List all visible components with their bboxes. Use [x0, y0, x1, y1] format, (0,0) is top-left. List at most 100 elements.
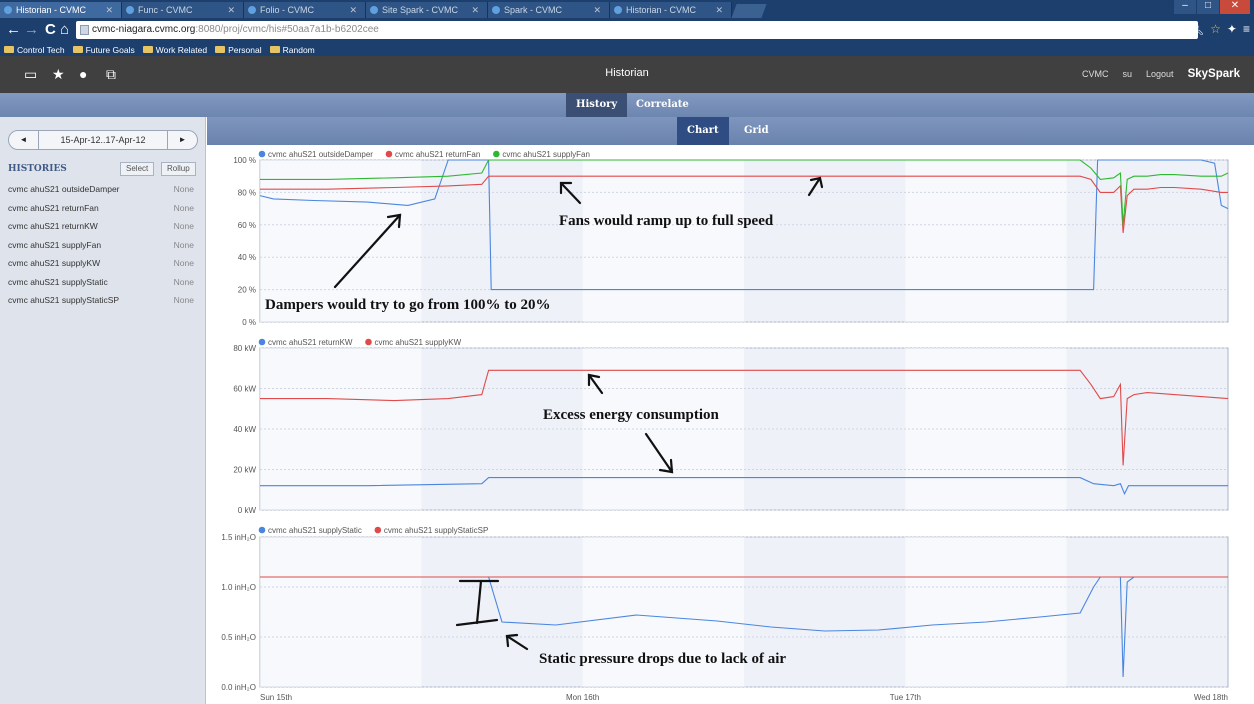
legend-label[interactable]: cvmc ahuS21 outsideDamper — [268, 150, 373, 159]
list-item[interactable]: cvmc ahuS21 supplyFan None — [8, 240, 198, 259]
close-icon[interactable]: ✕ — [715, 2, 723, 18]
prev-range-button[interactable]: ◄ — [9, 131, 39, 149]
browser-tab[interactable]: Func - CVMC ✕ — [122, 2, 244, 18]
folder-icon — [4, 46, 14, 53]
tab-title: Historian - CVMC — [16, 5, 87, 15]
histories-sidebar: ◄ 15-Apr-12..17-Apr-12 ► HISTORIES Selec… — [0, 117, 206, 704]
close-icon[interactable]: ✕ — [227, 2, 235, 18]
next-range-button[interactable]: ► — [167, 131, 197, 149]
history-rollup[interactable]: None — [174, 221, 194, 231]
close-icon[interactable]: ✕ — [349, 2, 357, 18]
close-icon[interactable]: ✕ — [471, 2, 479, 18]
view-tab-bar: Chart Grid — [207, 117, 1254, 145]
close-icon[interactable]: ✕ — [105, 2, 113, 18]
rollup-button[interactable]: Rollup — [161, 162, 196, 176]
legend-dot-icon — [258, 150, 266, 158]
favicon-icon — [4, 6, 12, 14]
browser-tab[interactable]: Historian - CVMC ✕ — [610, 2, 732, 18]
list-item[interactable]: cvmc ahuS21 returnFan None — [8, 203, 198, 222]
legend-label[interactable]: cvmc ahuS21 supplyKW — [374, 338, 461, 347]
x-tick-label: Wed 18th — [1194, 693, 1228, 702]
histories-list: cvmc ahuS21 outsideDamper None cvmc ahuS2… — [8, 184, 198, 314]
history-rollup[interactable]: None — [174, 203, 194, 213]
list-item[interactable]: cvmc ahuS21 supplyStatic None — [8, 277, 198, 296]
browser-tab[interactable]: Folio - CVMC ✕ — [244, 2, 366, 18]
mode-tab-bar: History Correlate — [0, 93, 1254, 117]
favicon-icon — [614, 6, 622, 14]
y-tick-label: 0.5 inH₂O — [221, 633, 256, 642]
folder-icon — [72, 46, 83, 53]
address-bar[interactable]: cvmc-niagara.cvmc.org:8080/proj/cvmc/his… — [76, 21, 1198, 39]
folder-icon — [215, 46, 226, 53]
bookmark-folder[interactable]: Personal — [215, 45, 262, 55]
annotation-fans: Fans would ramp up to full speed — [559, 213, 774, 229]
bookmark-folder[interactable]: Random — [269, 45, 315, 55]
history-rollup[interactable]: None — [174, 184, 194, 194]
history-name: cvmc ahuS21 outsideDamper — [8, 184, 120, 194]
list-item[interactable]: cvmc ahuS21 returnKW None — [8, 221, 198, 240]
tab-history[interactable]: History — [566, 93, 628, 117]
bookmark-star-icon[interactable]: ☆ — [1210, 22, 1221, 36]
legend-dot-icon — [258, 526, 266, 534]
reload-icon[interactable]: C — [45, 21, 56, 39]
annotation-dampers: Dampers would try to go from 100% to 20% — [265, 297, 551, 313]
extension-icon[interactable]: ✦ — [1227, 22, 1237, 36]
y-tick-label: 40 % — [238, 253, 256, 262]
y-tick-label: 20 % — [238, 286, 256, 295]
history-name: cvmc ahuS21 supplyStaticSP — [8, 295, 120, 305]
y-tick-label: 1.0 inH₂O — [221, 583, 256, 592]
history-rollup[interactable]: None — [174, 277, 194, 287]
window-controls: – □ ✕ — [1173, 0, 1250, 14]
home-icon[interactable]: ⌂ — [60, 21, 69, 39]
legend-label[interactable]: cvmc ahuS21 returnFan — [395, 150, 480, 159]
menu-icon[interactable]: ≡ — [1243, 22, 1250, 36]
list-item[interactable]: cvmc ahuS21 outsideDamper None — [8, 184, 198, 203]
browser-tab-strip: Historian - CVMC ✕ Func - CVMC ✕ Folio - C… — [0, 0, 1254, 18]
y-tick-label: 100 % — [233, 156, 256, 165]
select-button[interactable]: Select — [120, 162, 155, 176]
history-rollup[interactable]: None — [174, 258, 194, 268]
back-icon[interactable]: ← — [6, 21, 21, 39]
tab-grid[interactable]: Grid — [734, 117, 779, 145]
y-tick-label: 0.0 inH₂O — [221, 683, 256, 692]
y-tick-label: 20 kW — [233, 466, 256, 475]
page-icon — [80, 25, 89, 35]
favicon-icon — [370, 6, 378, 14]
tab-correlate[interactable]: Correlate — [626, 93, 699, 117]
user-name[interactable]: su — [1123, 69, 1133, 79]
minimize-icon[interactable]: – — [1174, 0, 1196, 14]
list-item[interactable]: cvmc ahuS21 supplyKW None — [8, 258, 198, 277]
logout-link[interactable]: Logout — [1146, 69, 1174, 79]
history-chart[interactable]: 0 % 20 % 40 % 60 % 80 % 100 % cvmc ahuS21 outs… — [207, 145, 1254, 704]
chart-panels: 0 % 20 % 40 % 60 % 80 % 100 % cvmc ahuS21 outs… — [221, 150, 1229, 702]
history-name: cvmc ahuS21 supplyKW — [8, 258, 101, 268]
app-toolbar: ▭ ★ ● ⧉ Historian CVMC su Logout SkySpar… — [0, 56, 1254, 93]
legend-label[interactable]: cvmc ahuS21 returnKW — [268, 338, 353, 347]
history-rollup[interactable]: None — [174, 295, 194, 305]
legend-label[interactable]: cvmc ahuS21 supplyStaticSP — [384, 526, 489, 535]
close-icon[interactable]: ✕ — [593, 2, 601, 18]
forward-icon[interactable]: → — [24, 21, 39, 39]
legend-dot-icon — [258, 338, 266, 346]
annotation-energy: Excess energy consumption — [543, 407, 719, 423]
list-item[interactable]: cvmc ahuS21 supplyStaticSP None — [8, 295, 198, 314]
browser-tab[interactable]: Historian - CVMC ✕ — [0, 2, 122, 18]
maximize-icon[interactable]: □ — [1197, 0, 1219, 14]
legend-label[interactable]: cvmc ahuS21 supplyFan — [502, 150, 590, 159]
tab-chart[interactable]: Chart — [677, 117, 729, 145]
zoom-icon[interactable]: 🔍︎ — [1189, 22, 1204, 36]
favicon-icon — [248, 6, 256, 14]
app-title: Historian — [605, 67, 649, 79]
date-range-label[interactable]: 15-Apr-12..17-Apr-12 — [39, 131, 167, 149]
history-rollup[interactable]: None — [174, 240, 194, 250]
bookmark-folder[interactable]: Future Goals — [72, 45, 135, 55]
new-tab-button[interactable] — [731, 4, 767, 18]
bookmark-folder[interactable]: Control Tech — [4, 45, 65, 55]
bookmarks-bar: Control Tech Future Goals Work Related P… — [0, 43, 1254, 56]
browser-tab[interactable]: Spark - CVMC ✕ — [488, 2, 610, 18]
bookmark-folder[interactable]: Work Related — [142, 45, 207, 55]
legend-label[interactable]: cvmc ahuS21 supplyStatic — [268, 526, 362, 535]
project-name[interactable]: CVMC — [1082, 69, 1109, 79]
window-close-icon[interactable]: ✕ — [1220, 0, 1250, 14]
browser-tab[interactable]: Site Spark - CVMC ✕ — [366, 2, 488, 18]
